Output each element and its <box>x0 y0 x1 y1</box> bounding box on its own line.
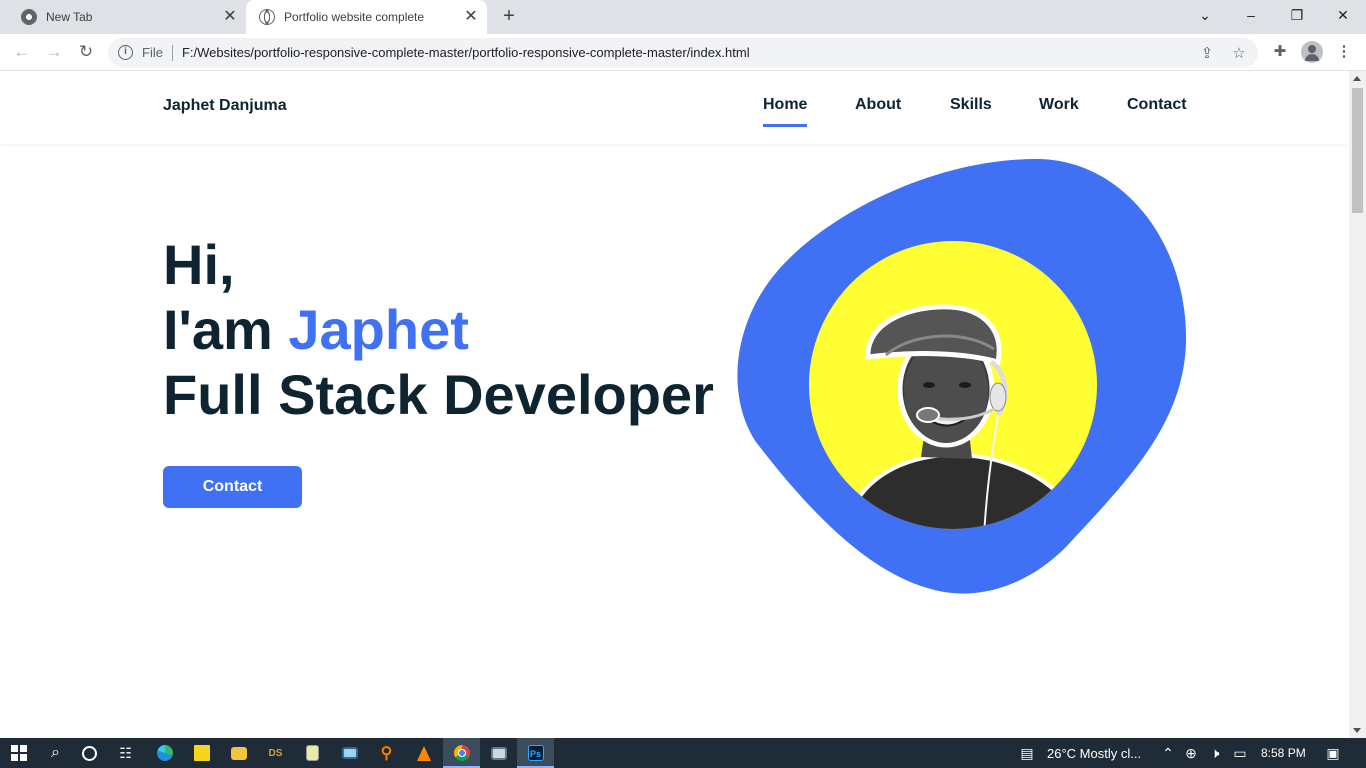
windows-taskbar: ⌕ ☷ DS ⚲ Ps ▤ 26°C Mostly cl... ⌃ ⊕ 🕨 ▭ … <box>0 738 1366 768</box>
vlc-icon[interactable] <box>405 738 442 768</box>
address-bar[interactable]: i File F:/Websites/portfolio-responsive-… <box>108 38 1258 67</box>
search-icon[interactable]: ⌕ <box>37 738 74 768</box>
page-scrollbar[interactable] <box>1349 71 1366 738</box>
network-globe-icon[interactable]: ⊕ <box>1182 745 1200 761</box>
scrollbar-thumb[interactable] <box>1352 88 1363 213</box>
nav-home[interactable]: Home <box>763 96 808 127</box>
restore-button[interactable]: ❐ <box>1274 0 1320 32</box>
hero-name: Japhet <box>288 298 469 361</box>
remote-desktop-icon[interactable] <box>480 738 517 768</box>
tab-portfolio[interactable]: Portfolio website complete ✕ <box>246 0 487 34</box>
clock-time[interactable]: 8:58 PM <box>1261 746 1306 760</box>
browser-toolbar: ← → ↻ i File F:/Websites/portfolio-respo… <box>0 34 1366 71</box>
notepad-icon[interactable] <box>294 738 331 768</box>
tab-search-icon[interactable]: ⌄ <box>1182 0 1228 32</box>
weather-text[interactable]: 26°C Mostly cl... <box>1047 746 1141 761</box>
hero-role: Full Stack Developer <box>163 363 714 426</box>
nav-skills[interactable]: Skills <box>950 96 992 114</box>
back-icon[interactable]: ← <box>10 40 34 64</box>
minimize-button[interactable]: – <box>1228 0 1274 32</box>
ds-app-icon[interactable]: DS <box>257 738 294 768</box>
battery-icon[interactable]: ▭ <box>1231 745 1249 761</box>
sticky-notes-icon[interactable] <box>183 738 220 768</box>
site-header: Japhet Danjuma Home About Skills Work Co… <box>0 71 1349 144</box>
info-icon[interactable]: i <box>118 45 133 60</box>
profile-icon[interactable] <box>1301 41 1323 63</box>
news-widget-icon[interactable]: ▤ <box>1016 745 1038 761</box>
notifications-icon[interactable]: ▣ <box>1324 745 1342 761</box>
globe-icon <box>259 9 275 25</box>
reload-icon[interactable]: ↻ <box>74 40 98 64</box>
edge-icon[interactable] <box>146 738 183 768</box>
chrome-icon[interactable] <box>443 738 480 768</box>
volume-muted-icon[interactable]: 🕨 <box>1206 745 1224 761</box>
start-icon[interactable] <box>0 738 37 768</box>
close-tab-icon[interactable]: ✕ <box>222 9 238 25</box>
contact-button[interactable]: Contact <box>163 466 302 508</box>
file-explorer-icon[interactable] <box>220 738 257 768</box>
photoshop-label: Ps <box>527 745 544 761</box>
tab-new-tab[interactable]: New Tab ✕ <box>8 0 246 34</box>
show-hidden-icons-icon[interactable]: ⌃ <box>1159 745 1177 761</box>
cortana-icon[interactable] <box>71 738 108 768</box>
browser-tab-strip: New Tab ✕ Portfolio website complete ✕ +… <box>0 0 1366 34</box>
address-divider <box>171 44 173 61</box>
tab-title: Portfolio website complete <box>284 10 425 24</box>
star-icon[interactable]: ☆ <box>1230 44 1248 62</box>
close-tab-icon[interactable]: ✕ <box>463 9 479 25</box>
hero-title: Hi, I'am Japhet Full Stack Developer <box>163 232 714 427</box>
close-window-button[interactable]: ✕ <box>1320 0 1366 32</box>
site-logo[interactable]: Japhet Danjuma <box>163 97 287 115</box>
nav-work[interactable]: Work <box>1039 96 1079 114</box>
nav-contact[interactable]: Contact <box>1127 96 1187 114</box>
task-view-icon[interactable]: ☷ <box>107 738 144 768</box>
chrome-icon <box>21 9 37 25</box>
page-viewport: Japhet Danjuma Home About Skills Work Co… <box>0 71 1349 738</box>
hero-intro: I'am <box>163 298 289 361</box>
new-tab-button[interactable]: + <box>497 5 521 29</box>
photoshop-icon[interactable]: Ps <box>517 738 554 768</box>
nav-about[interactable]: About <box>855 96 901 114</box>
tab-title: New Tab <box>46 10 93 24</box>
share-icon[interactable]: ⇪ <box>1198 44 1216 62</box>
menu-icon[interactable]: ⋮ <box>1333 41 1355 63</box>
search-app-icon[interactable]: ⚲ <box>368 738 405 768</box>
display-icon[interactable] <box>331 738 368 768</box>
forward-icon[interactable]: → <box>42 40 66 64</box>
scroll-down-icon[interactable] <box>1353 728 1361 733</box>
address-url[interactable]: F:/Websites/portfolio-responsive-complet… <box>182 45 750 60</box>
hero-blob-image <box>737 159 1187 594</box>
address-scheme: File <box>142 45 163 60</box>
hero-greeting: Hi, <box>163 233 235 296</box>
extensions-icon[interactable]: ✚ <box>1269 41 1291 63</box>
scroll-up-icon[interactable] <box>1353 76 1361 81</box>
